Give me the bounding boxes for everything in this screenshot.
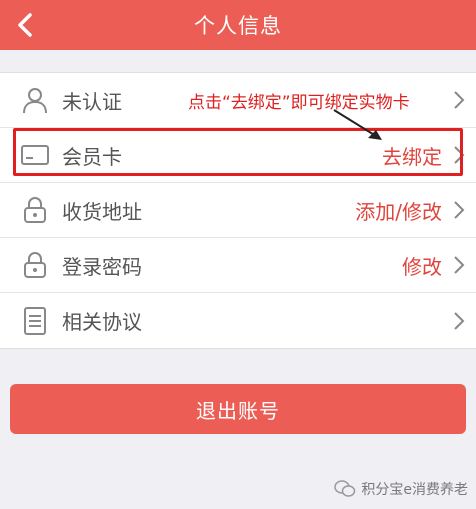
document-icon — [20, 306, 50, 336]
row-login-password[interactable]: 登录密码 修改 — [0, 238, 476, 293]
back-arrow-icon — [18, 13, 32, 37]
user-icon — [20, 85, 50, 115]
watermark-text: 积分宝e消费养老 — [361, 482, 468, 498]
chevron-right-icon — [454, 201, 465, 219]
row-shipping-address[interactable]: 收货地址 添加/修改 — [0, 183, 476, 238]
row-label: 登录密码 — [62, 254, 142, 279]
chevron-right-icon — [454, 256, 465, 274]
page-title: 个人信息 — [194, 14, 282, 38]
highlight-box — [13, 128, 463, 176]
logout-button[interactable]: 退出账号 — [10, 384, 466, 434]
edit-address-action[interactable]: 添加/修改 — [355, 196, 442, 225]
lock-icon — [20, 195, 50, 225]
chevron-right-icon — [454, 91, 465, 109]
row-label: 收货地址 — [62, 199, 142, 224]
lock-icon — [20, 250, 50, 280]
watermark: 积分宝e消费养老 — [334, 479, 468, 499]
wechat-icon — [334, 480, 356, 497]
back-button[interactable] — [8, 6, 42, 44]
top-bar: 个人信息 — [0, 0, 476, 50]
annotation-arrow-icon — [333, 109, 382, 140]
chevron-right-icon — [454, 311, 465, 330]
row-label: 未认证 — [62, 89, 122, 114]
settings-list: 未认证 会员卡 去绑定 收货地址 添加/修改 登录密码 修改 相关协议 — [0, 72, 476, 349]
row-label: 相关协议 — [62, 310, 142, 334]
edit-password-action[interactable]: 修改 — [402, 251, 442, 280]
row-agreements[interactable]: 相关协议 — [0, 293, 476, 348]
